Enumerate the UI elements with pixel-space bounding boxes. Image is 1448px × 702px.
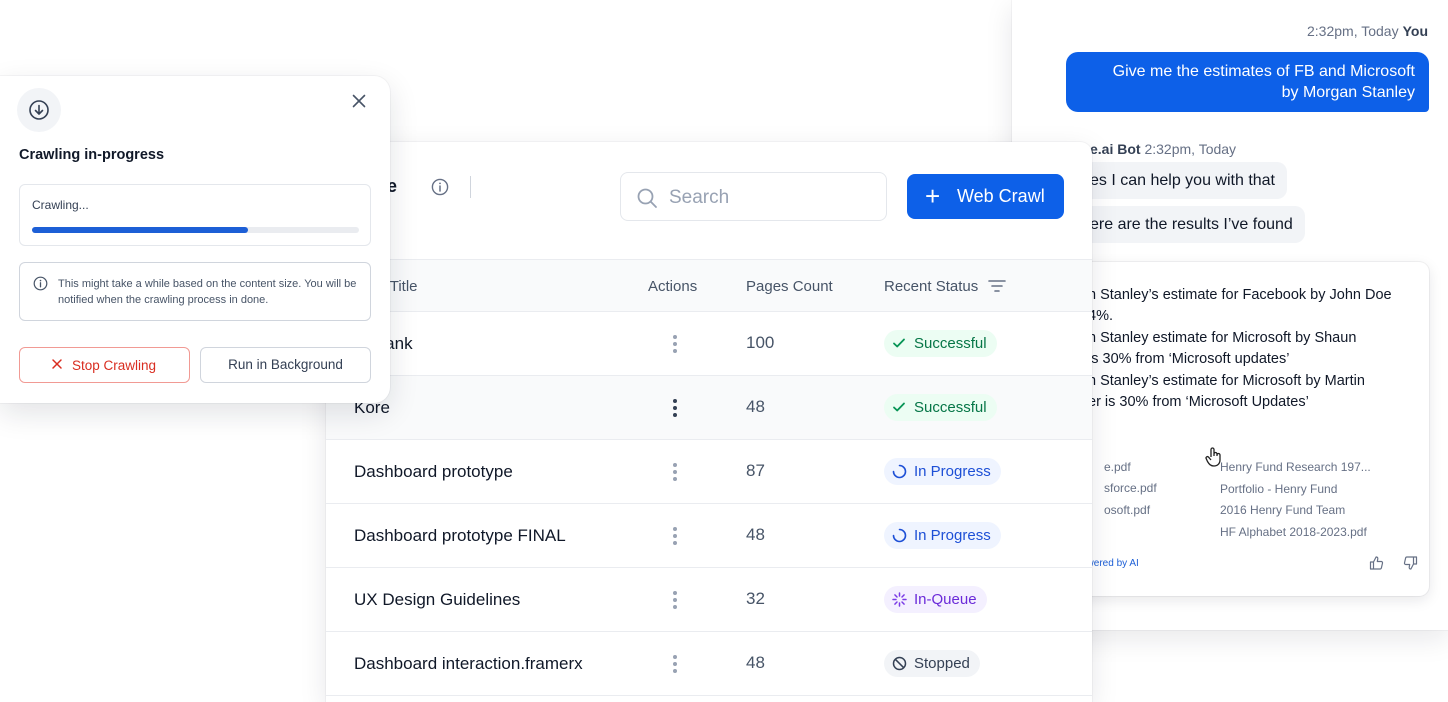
check-icon <box>893 402 905 412</box>
column-header-status[interactable]: Recent Status <box>884 278 978 295</box>
user-message-line: by Morgan Stanley <box>1281 84 1415 101</box>
plus-icon: + <box>925 181 941 211</box>
search-icon <box>637 188 657 208</box>
table-row[interactable]: Dashboard interaction.framerx 48 Stopped <box>326 632 1092 696</box>
run-in-background-button[interactable]: Run in Background <box>200 347 371 383</box>
user-message-meta: 2:32pm, Today You <box>1307 23 1428 39</box>
row-title: Dashboard interaction.framerx <box>354 654 583 673</box>
stop-crawling-button[interactable]: Stop Crawling <box>19 347 190 383</box>
spinner-icon <box>892 464 907 479</box>
bot-message-bubble: ere are the results I’ve found <box>1078 206 1305 243</box>
hand-cursor-icon <box>1205 447 1221 467</box>
bot-answer-card: n Stanley’s estimate for Facebook by Joh… <box>1076 262 1429 596</box>
header-divider <box>470 176 471 198</box>
status-badge: Successful <box>884 330 997 357</box>
status-badge: In Progress <box>884 522 1001 549</box>
status-badge: Stopped <box>884 650 980 677</box>
bot-message-bubble: es I can help you with that <box>1078 162 1287 199</box>
web-crawl-label: Web Crawl <box>957 186 1045 206</box>
row-title: Dashboard prototype <box>354 462 513 481</box>
filter-icon[interactable] <box>988 278 1006 294</box>
loader-icon <box>892 592 907 607</box>
answer-line: n Stanley estimate for Microsoft by Shau… <box>1088 330 1357 346</box>
source-link[interactable]: Portfolio - Henry Fund <box>1220 482 1337 496</box>
download-icon <box>17 88 61 132</box>
row-pages-count: 87 <box>746 461 765 480</box>
progress-label: Crawling... <box>32 198 89 212</box>
answer-line: n Stanley’s estimate for Microsoft by Ma… <box>1088 373 1365 389</box>
status-badge: Successful <box>884 394 997 421</box>
close-icon <box>52 359 62 369</box>
source-link[interactable]: HF Alphabet 2018-2023.pdf <box>1220 525 1367 539</box>
answer-line: er is 30% from ‘Microsoft Updates’ <box>1088 394 1309 410</box>
source-link[interactable]: sforce.pdf <box>1104 481 1157 495</box>
progress-panel: Crawling... <box>19 184 371 246</box>
status-badge: In-Queue <box>884 586 987 613</box>
row-actions-menu-icon[interactable] <box>665 525 685 547</box>
row-actions-menu-icon[interactable] <box>665 589 685 611</box>
info-icon[interactable] <box>431 178 449 196</box>
row-title: Dashboard prototype FINAL <box>354 526 566 545</box>
user-name: You <box>1402 23 1428 39</box>
thumbs-up-icon[interactable] <box>1369 555 1385 571</box>
user-message-line: Give me the estimates of FB and Microsof… <box>1112 63 1415 80</box>
info-note: This might take a while based on the con… <box>19 262 371 321</box>
stop-icon <box>892 656 907 671</box>
web-crawl-button[interactable]: + Web Crawl <box>907 174 1064 219</box>
column-header-pages[interactable]: Pages Count <box>746 278 833 295</box>
table-row[interactable]: Dashboard prototype FINAL 48 In Progress <box>326 504 1092 568</box>
search-input[interactable]: Search <box>620 172 887 221</box>
answer-line: n Stanley’s estimate for Facebook by Joh… <box>1088 287 1392 303</box>
status-text: In-Queue <box>914 591 977 608</box>
close-icon[interactable] <box>350 92 368 110</box>
check-icon <box>893 338 905 348</box>
row-actions-menu-icon[interactable] <box>665 333 685 355</box>
row-pages-count: 48 <box>746 653 765 672</box>
status-text: Stopped <box>914 655 970 672</box>
table-header: ce Title Actions Pages Count Recent Stat… <box>326 259 1092 312</box>
status-text: In Progress <box>914 527 991 544</box>
progress-track <box>32 227 359 233</box>
crawling-progress-dialog: Crawling in-progress Crawling... This mi… <box>0 76 390 403</box>
thumbs-down-icon[interactable] <box>1402 555 1418 571</box>
source-link[interactable]: 2016 Henry Fund Team <box>1220 503 1345 517</box>
user-message-time: 2:32pm, Today <box>1307 23 1399 39</box>
table-row[interactable]: Dashboard prototype 87 In Progress <box>326 440 1092 504</box>
source-link[interactable]: e.pdf <box>1104 460 1131 474</box>
column-header-actions: Actions <box>648 278 698 295</box>
table-row[interactable]: Kore 48 Successful <box>326 376 1092 440</box>
source-link[interactable]: osoft.pdf <box>1104 503 1150 517</box>
progress-bar <box>32 227 248 233</box>
source-link[interactable]: Henry Fund Research 197... <box>1220 460 1371 474</box>
bot-name: e.ai Bot <box>1090 141 1141 157</box>
row-pages-count: 32 <box>746 589 765 608</box>
spinner-icon <box>892 528 907 543</box>
info-icon <box>33 276 48 291</box>
row-actions-menu-icon[interactable] <box>665 397 685 419</box>
row-actions-menu-icon[interactable] <box>665 653 685 675</box>
user-message-bubble: Give me the estimates of FB and Microsof… <box>1066 52 1429 112</box>
status-text: Successful <box>914 399 987 416</box>
row-title: UX Design Guidelines <box>354 590 521 609</box>
table-row[interactable]: er Bank 100 Successful <box>326 312 1092 376</box>
bot-message-time: 2:32pm, Today <box>1144 141 1237 157</box>
bot-message-meta: e.ai Bot 2:32pm, Today <box>1090 141 1236 157</box>
status-badge: In Progress <box>884 458 1001 485</box>
table-row[interactable]: UX Design Guidelines 32 In-Queue <box>326 568 1092 632</box>
row-pages-count: 48 <box>746 525 765 544</box>
status-text: Successful <box>914 335 987 352</box>
crawl-sources-card: rce Search + Web Crawl ce Title Actions … <box>326 142 1092 702</box>
search-placeholder: Search <box>669 187 730 208</box>
dialog-title: Crawling in-progress <box>19 147 165 163</box>
row-pages-count: 100 <box>746 333 775 352</box>
status-text: In Progress <box>914 463 991 480</box>
answer-line: is 30% from ‘Microsoft updates’ <box>1088 351 1290 367</box>
row-actions-menu-icon[interactable] <box>665 461 685 483</box>
stop-crawling-label: Stop Crawling <box>72 358 157 373</box>
info-note-text: This might take a while based on the con… <box>58 278 357 306</box>
row-pages-count: 48 <box>746 397 765 416</box>
